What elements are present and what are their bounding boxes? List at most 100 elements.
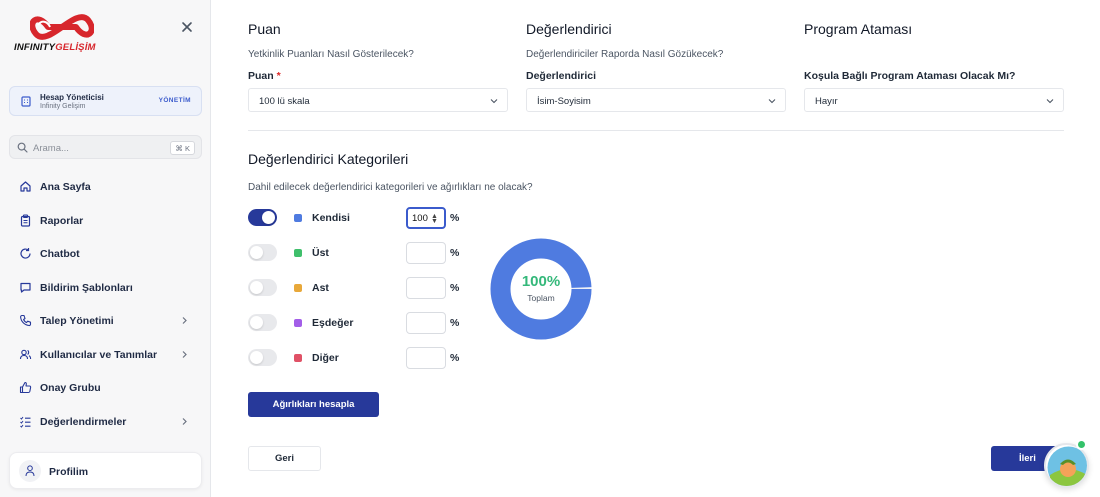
- category-row-esdeger: Eşdeğer %: [248, 312, 478, 334]
- account-role-tag: YÖNETİM: [158, 97, 191, 104]
- message-icon: [20, 282, 31, 293]
- percent-sign: %: [450, 317, 460, 329]
- account-title: Hesap Yöneticisi: [40, 93, 104, 102]
- sidebar-nav: Ana Sayfa Raporlar Chatbot Bildirim Şabl…: [0, 170, 211, 438]
- online-status-dot: [1076, 439, 1087, 450]
- search-placeholder: Arama...: [33, 143, 69, 154]
- sidebar-item-label: Raporlar: [40, 214, 84, 227]
- score-scale-select[interactable]: 100 lü skala: [248, 88, 508, 112]
- sidebar-item-talep-yonetimi[interactable]: Talep Yönetimi: [0, 304, 211, 338]
- sidebar-item-bildirim-sablonlari[interactable]: Bildirim Şablonları: [0, 271, 211, 305]
- program-field-label: Koşula Bağlı Program Ataması Olacak Mı?: [804, 70, 1016, 82]
- category-color-dot: [294, 319, 302, 327]
- account-switcher[interactable]: Hesap Yöneticisi Infinity Gelişim YÖNETİ…: [9, 86, 202, 116]
- section-divider: [248, 130, 1064, 131]
- sidebar-item-kullanicilar-ve-tanimlar[interactable]: Kullanıcılar ve Tanımlar: [0, 338, 211, 372]
- toggle-knob: [250, 246, 263, 259]
- category-toggle[interactable]: [248, 349, 277, 366]
- score-field-label: Puan *: [248, 70, 281, 82]
- checklist-icon: [20, 416, 31, 428]
- toggle-knob: [250, 351, 263, 364]
- user-icon: [25, 465, 35, 477]
- evaluator-field-label: Değerlendirici: [526, 70, 597, 82]
- program-assignment-select[interactable]: Hayır: [804, 88, 1064, 112]
- category-weight-input[interactable]: [406, 347, 446, 369]
- category-toggle[interactable]: [248, 314, 277, 331]
- percent-sign: %: [450, 247, 460, 259]
- required-mark: *: [276, 70, 281, 82]
- category-color-dot: [294, 284, 302, 292]
- close-sidebar-button[interactable]: [179, 19, 195, 35]
- category-row-kendisi: Kendisi 100 ▲ ▼ %: [248, 207, 478, 229]
- program-section-title: Program Ataması: [804, 21, 913, 37]
- search-icon: [17, 142, 28, 153]
- category-name: Ast: [312, 282, 329, 294]
- brand-logo[interactable]: INFINITYGELİŞİM: [14, 12, 106, 58]
- close-icon: [182, 22, 192, 32]
- sidebar-item-label: Kullanıcılar ve Tanımlar: [40, 348, 158, 361]
- categories-section-description: Dahil edilecek değerlendirici kategorile…: [248, 182, 533, 193]
- evaluator-section-title: Değerlendirici: [526, 21, 612, 37]
- chevron-down-icon: [490, 99, 498, 104]
- category-weight-input[interactable]: [406, 242, 446, 264]
- category-weight-input[interactable]: 100 ▲ ▼: [406, 207, 446, 229]
- categories-section-title: Değerlendirici Kategorileri: [248, 151, 409, 167]
- chevron-right-icon: [182, 350, 187, 358]
- sidebar: INFINITYGELİŞİM Hesap Yöneticisi Infinit…: [0, 0, 211, 497]
- building-icon: [21, 96, 31, 107]
- brand-name: INFINITYGELİŞİM: [14, 42, 96, 53]
- percent-sign: %: [450, 212, 460, 224]
- sidebar-item-label: Bildirim Şablonları: [40, 281, 133, 294]
- category-name: Üst: [312, 247, 329, 259]
- category-name: Diğer: [312, 352, 339, 364]
- chevron-down-icon: [768, 99, 776, 104]
- sidebar-item-chatbot[interactable]: Chatbot: [0, 237, 211, 271]
- category-row-diger: Diğer %: [248, 347, 478, 369]
- sidebar-item-raporlar[interactable]: Raporlar: [0, 204, 211, 238]
- donut-total-label: Toplam: [527, 293, 555, 303]
- category-toggle[interactable]: [248, 209, 277, 226]
- percent-sign: %: [450, 282, 460, 294]
- score-section-description: Yetkinlik Puanları Nasıl Gösterilecek?: [248, 49, 414, 60]
- account-subtitle: Infinity Gelişim: [40, 103, 86, 110]
- sidebar-item-onay-grubu[interactable]: Onay Grubu: [0, 371, 211, 405]
- evaluator-display-select[interactable]: İsim-Soyisim: [526, 88, 786, 112]
- evaluator-section-description: Değerlendiriciler Raporda Nasıl Gözükece…: [526, 49, 724, 60]
- evaluator-display-value: İsim-Soyisim: [537, 96, 591, 107]
- back-button[interactable]: Geri: [248, 446, 321, 471]
- avatar: [19, 460, 41, 482]
- refresh-icon: [20, 248, 31, 259]
- category-row-ust: Üst %: [248, 242, 478, 264]
- sidebar-item-label: Chatbot: [40, 248, 80, 260]
- program-assignment-value: Hayır: [815, 96, 838, 107]
- sidebar-item-ana-sayfa[interactable]: Ana Sayfa: [0, 170, 211, 204]
- calculate-weights-button[interactable]: Ağırlıkları hesapla: [248, 392, 379, 417]
- number-stepper-icon[interactable]: ▲ ▼: [431, 213, 438, 225]
- sidebar-item-degerlendirmeler[interactable]: Değerlendirmeler: [0, 405, 211, 439]
- clipboard-icon: [20, 213, 31, 227]
- profile-button[interactable]: Profilim: [9, 452, 202, 489]
- toggle-knob: [250, 281, 263, 294]
- chevron-right-icon: [182, 317, 187, 324]
- infinity-logo-icon: [30, 14, 94, 40]
- weight-total-donut: 100% Toplam: [490, 238, 592, 340]
- search-box[interactable]: Arama... ⌘ K: [9, 135, 202, 159]
- thumbs-up-icon: [19, 381, 32, 394]
- sidebar-item-label: Değerlendirmeler: [40, 415, 127, 428]
- category-name: Kendisi: [312, 212, 350, 224]
- donut-total-value: 100%: [521, 273, 561, 290]
- category-weight-input[interactable]: [406, 312, 446, 334]
- category-weight-input[interactable]: [406, 277, 446, 299]
- chevron-right-icon: [182, 417, 187, 425]
- category-color-dot: [294, 214, 302, 222]
- category-row-ast: Ast %: [248, 277, 478, 299]
- category-color-dot: [294, 354, 302, 362]
- search-shortcut: ⌘ K: [170, 141, 195, 155]
- sidebar-item-label: Ana Sayfa: [40, 181, 91, 193]
- toggle-knob: [250, 316, 263, 329]
- phone-icon: [20, 314, 32, 327]
- category-toggle[interactable]: [248, 244, 277, 261]
- profile-label: Profilim: [49, 466, 89, 478]
- category-toggle[interactable]: [248, 279, 277, 296]
- score-section-title: Puan: [248, 21, 281, 37]
